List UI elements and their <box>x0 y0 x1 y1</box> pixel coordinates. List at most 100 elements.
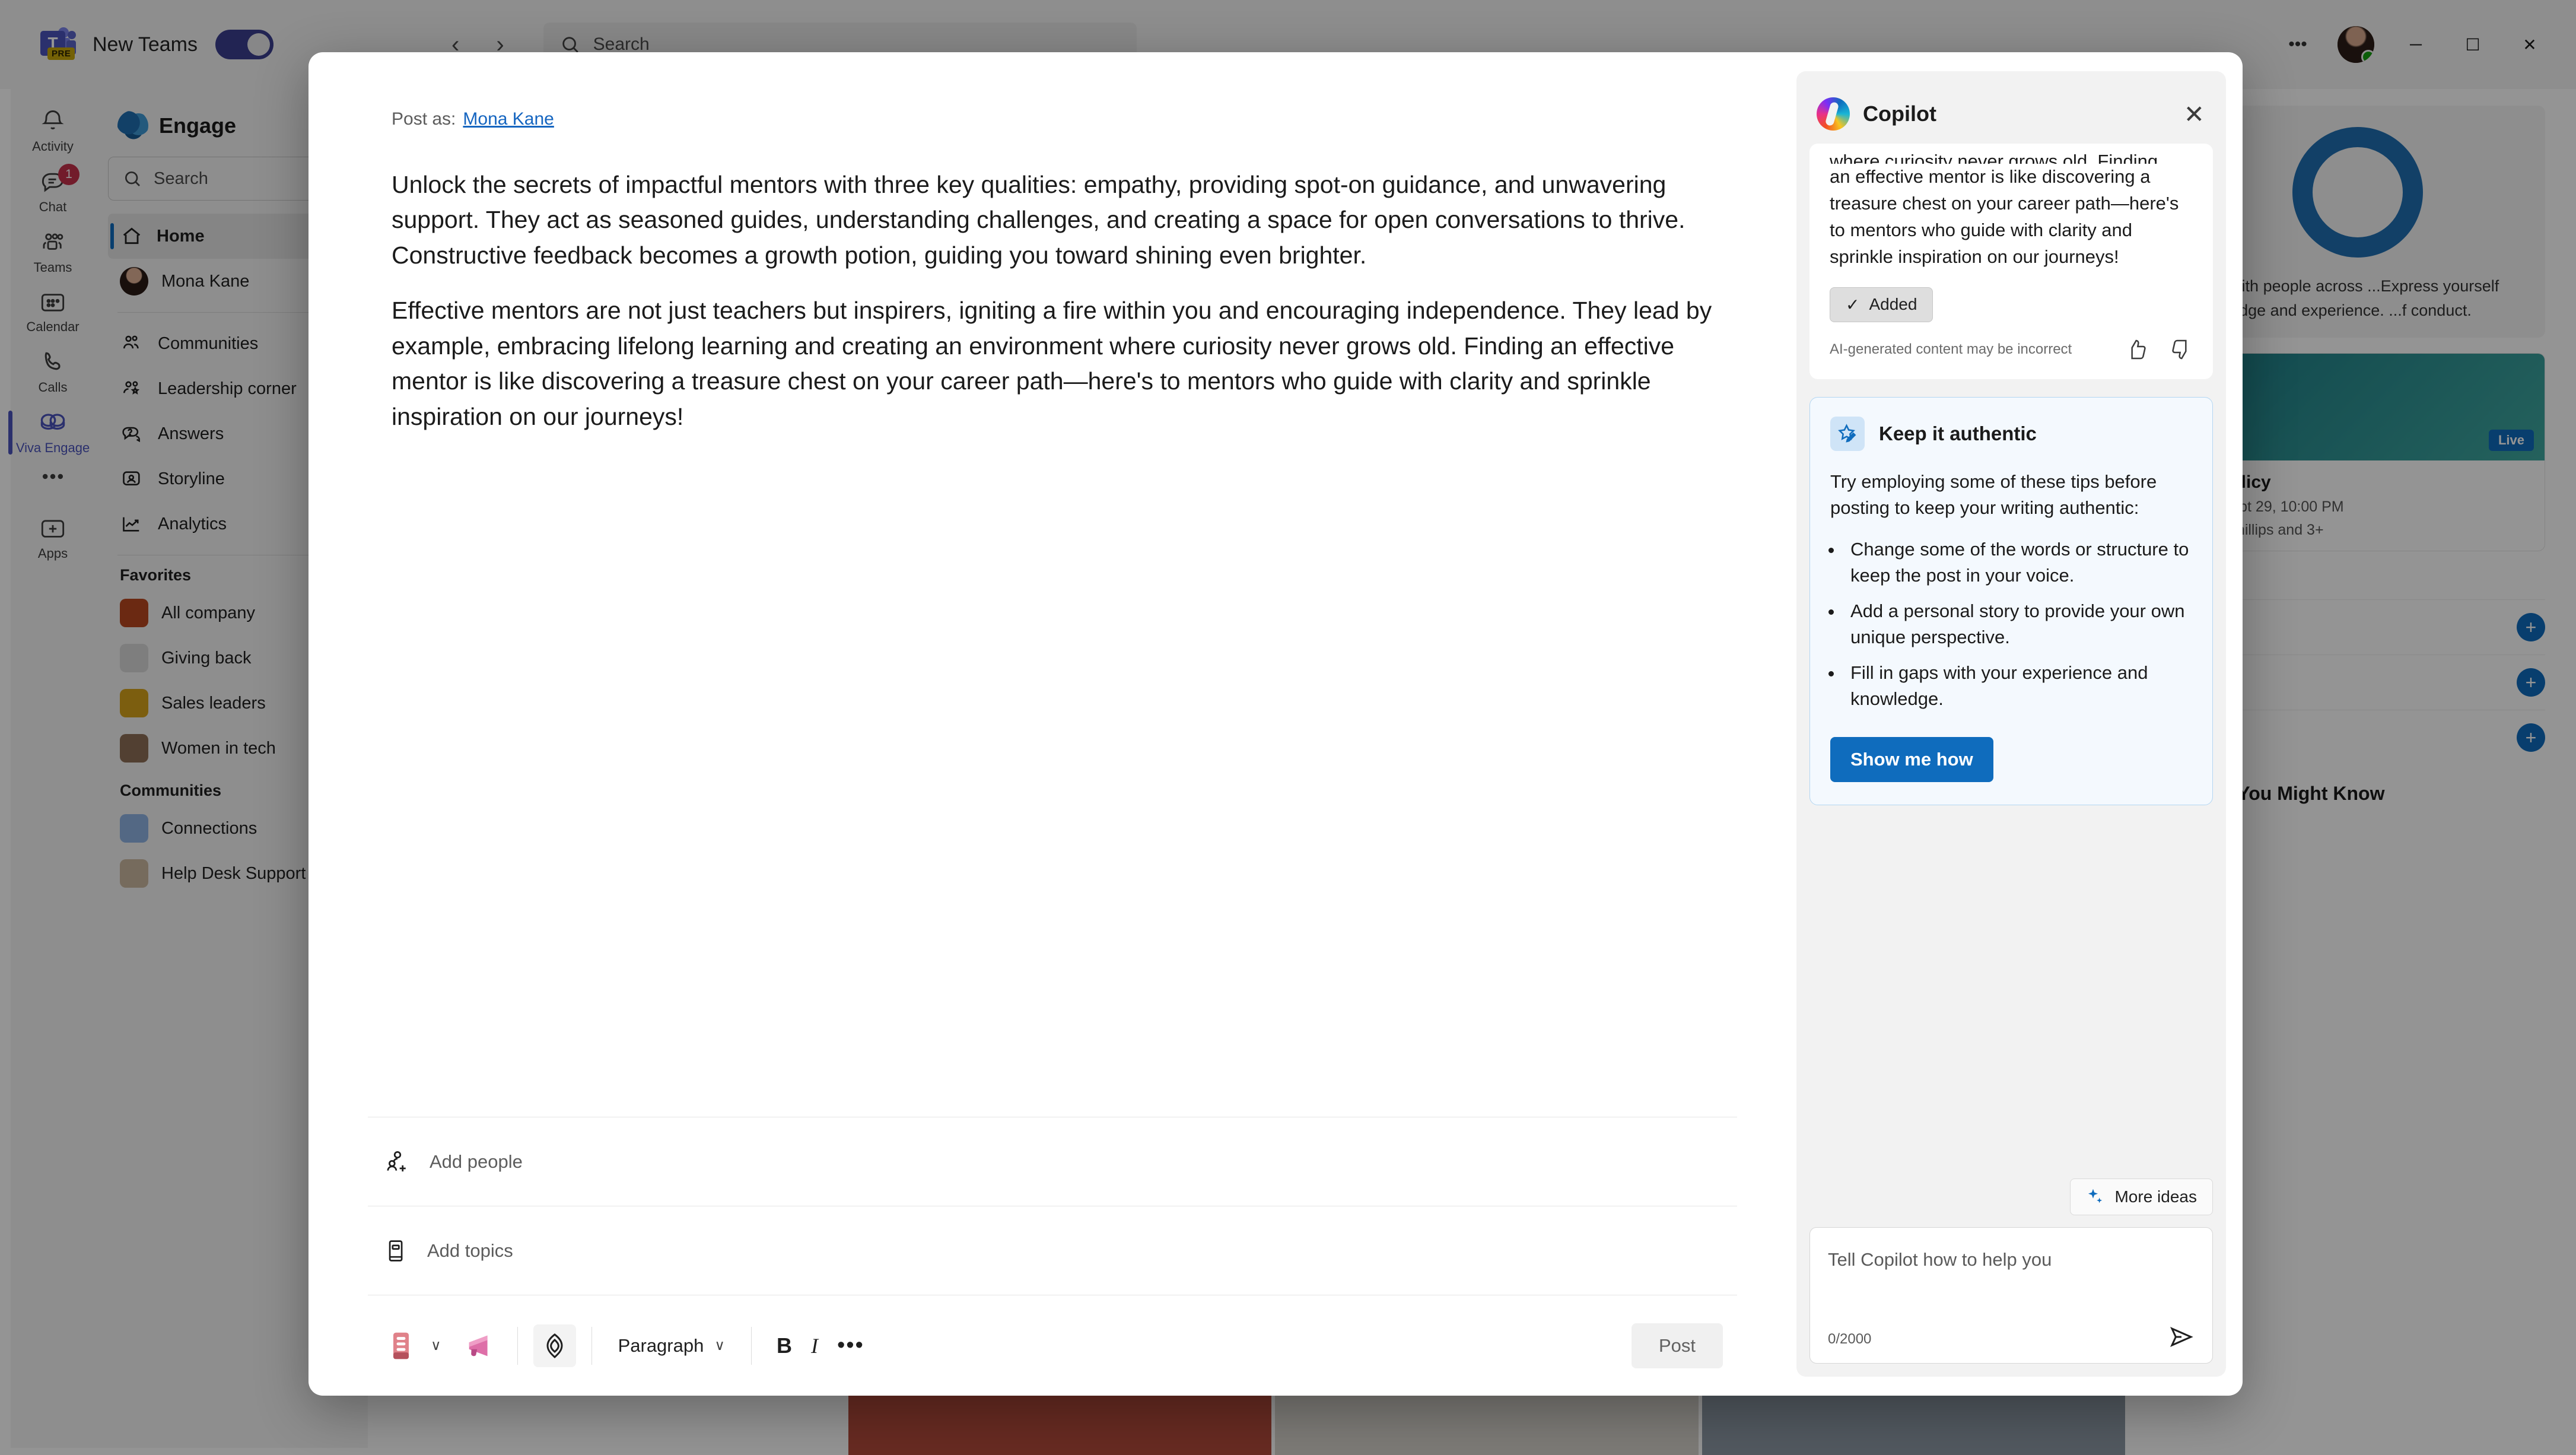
sidebar-label-calls: Calls <box>38 380 68 395</box>
sidebar-item-activity[interactable]: Activity <box>14 100 91 160</box>
post-body-editor[interactable]: Unlock the secrets of impactful mentors … <box>309 129 1796 1117</box>
phone-icon <box>44 352 61 370</box>
send-arrow-icon <box>2170 1327 2193 1347</box>
copilot-draft-icon <box>546 1333 563 1358</box>
user-avatar[interactable] <box>2338 26 2374 63</box>
preview-badge: PRE <box>47 47 75 60</box>
viva-search-placeholder: Search <box>154 169 208 188</box>
bold-button[interactable]: B <box>767 1333 802 1358</box>
viva-nav-label-leadership: Leadership corner <box>158 379 297 398</box>
more-ideas-label: More ideas <box>2114 1187 2197 1206</box>
add-person-icon <box>387 1151 406 1171</box>
apps-plus-icon <box>41 520 65 538</box>
new-teams-toggle[interactable] <box>215 30 273 59</box>
sidebar-item-chat[interactable]: 1 Chat <box>14 160 91 221</box>
sidebar-item-calendar[interactable]: Calendar <box>14 281 91 341</box>
format-more-button[interactable]: ••• <box>828 1333 874 1358</box>
paragraph-style-dropdown[interactable]: Paragraph ∨ <box>608 1335 736 1356</box>
more-ideas-button[interactable]: More ideas <box>2070 1178 2213 1215</box>
follow-campaign-button[interactable]: + <box>2517 613 2545 641</box>
sidebar-item-viva-engage[interactable]: Viva Engage <box>8 401 91 462</box>
sidebar-label-activity: Activity <box>32 139 74 154</box>
compose-toolbar: ∨ Paragraph ∨ B I ••• Post <box>368 1295 1737 1396</box>
copilot-title: Copilot <box>1863 101 1936 126</box>
minimize-button[interactable]: ─ <box>2387 0 2444 89</box>
sidebar-item-calls[interactable]: Calls <box>14 341 91 401</box>
thumbs-up-icon[interactable] <box>2125 338 2149 361</box>
follow-campaign-button[interactable]: + <box>2517 723 2545 752</box>
community-icon <box>123 335 139 349</box>
community-thumbnail <box>120 859 148 888</box>
copilot-prompt-placeholder: Tell Copilot how to help you <box>1828 1249 2052 1270</box>
community-thumbnail <box>120 689 148 717</box>
sidebar-label-calendar: Calendar <box>26 319 79 334</box>
storyline-icon <box>123 471 140 485</box>
maximize-button[interactable]: ☐ <box>2444 0 2501 89</box>
copilot-content-scroll[interactable]: where curiosity never grows old. Finding… <box>1796 144 2226 1173</box>
community-thumbnail <box>120 599 148 627</box>
post-type-icon <box>393 1332 409 1359</box>
copilot-logo-icon <box>1817 97 1850 131</box>
tip-bullet: Change some of the words or structure to… <box>1843 536 2192 589</box>
app-name-label: New Teams <box>93 33 198 56</box>
announcement-button[interactable] <box>459 1324 502 1367</box>
viva-engage-title: Engage <box>159 113 237 138</box>
post-button[interactable]: Post <box>1631 1323 1723 1368</box>
add-people-row[interactable]: Add people <box>368 1117 1737 1206</box>
viva-nav-label-analytics: Analytics <box>158 514 227 533</box>
follow-campaign-button[interactable]: + <box>2517 668 2545 697</box>
viva-nav-label-answers: Answers <box>158 424 224 443</box>
sidebar-label-chat: Chat <box>39 199 67 214</box>
close-icon[interactable]: ✕ <box>2184 100 2205 129</box>
close-button[interactable]: ✕ <box>2501 0 2558 89</box>
community-thumbnail <box>120 734 148 763</box>
avatar <box>120 267 148 296</box>
ai-disclaimer: AI-generated content may be incorrect <box>1830 341 2072 357</box>
italic-button[interactable]: I <box>802 1333 828 1358</box>
tip-bullet-list: Change some of the words or structure to… <box>1843 536 2192 712</box>
sidebar-item-apps[interactable]: Apps <box>14 509 91 567</box>
sidebar-item-teams[interactable]: Teams <box>14 221 91 281</box>
calendar-icon <box>41 294 65 312</box>
viva-nav-label-storyline: Storyline <box>158 469 225 488</box>
sidebar-item-more[interactable] <box>14 462 91 489</box>
community-thumbnail <box>120 644 148 672</box>
divider <box>750 1326 752 1365</box>
thumbs-down-icon[interactable] <box>2169 338 2193 361</box>
suggestion-clipped-line: where curiosity never grows old. Finding <box>1830 151 2158 164</box>
show-me-how-button[interactable]: Show me how <box>1830 736 1993 782</box>
titlebar-more-button[interactable]: ••• <box>2271 18 2324 71</box>
divider <box>591 1326 592 1365</box>
char-counter: 0/2000 <box>1828 1331 1872 1347</box>
tip-title: Keep it authentic <box>1879 422 2037 444</box>
add-people-label: Add people <box>430 1151 523 1172</box>
compose-area: Post as: Mona Kane Unlock the secrets of … <box>309 52 1796 1396</box>
create-post-dialog: Post as: Mona Kane Unlock the secrets of … <box>309 52 2243 1396</box>
community-label: Connections <box>161 818 257 838</box>
post-type-button[interactable] <box>380 1324 422 1367</box>
bell-icon <box>42 110 64 129</box>
community-label: Help Desk Support <box>161 863 306 883</box>
app-rail: Activity 1 Chat Teams Calendar Calls Viv… <box>8 89 95 1448</box>
favorite-label: All company <box>161 603 255 622</box>
sidebar-label-teams: Teams <box>33 260 72 275</box>
tip-bullet: Add a personal story to provide your own… <box>1843 598 2192 650</box>
copilot-prompt-input[interactable]: Tell Copilot how to help you 0/2000 <box>1809 1227 2213 1364</box>
chat-unread-badge: 1 <box>58 164 79 185</box>
post-type-caret-icon[interactable]: ∨ <box>431 1337 441 1354</box>
added-button[interactable]: ✓ Added <box>1830 287 1933 322</box>
add-topics-row[interactable]: Add topics <box>368 1206 1737 1295</box>
company-logo-icon <box>2292 127 2423 258</box>
tip-body: Try employing some of these tips before … <box>1830 471 2157 518</box>
teams-icon <box>43 233 63 250</box>
copilot-header: Copilot ✕ <box>1796 71 2226 144</box>
copilot-draft-button[interactable] <box>533 1324 576 1367</box>
send-icon[interactable] <box>2167 1323 2196 1351</box>
live-badge: Live <box>2488 430 2534 451</box>
post-as-name-link[interactable]: Mona Kane <box>463 109 554 129</box>
community-thumbnail <box>120 814 148 843</box>
copilot-tip-card: Keep it authentic Try employing some of … <box>1809 396 2213 805</box>
star-edit-icon-glyph <box>1838 424 1856 443</box>
viva-engage-logo-icon <box>117 110 148 141</box>
sidebar-label-apps: Apps <box>37 546 68 561</box>
